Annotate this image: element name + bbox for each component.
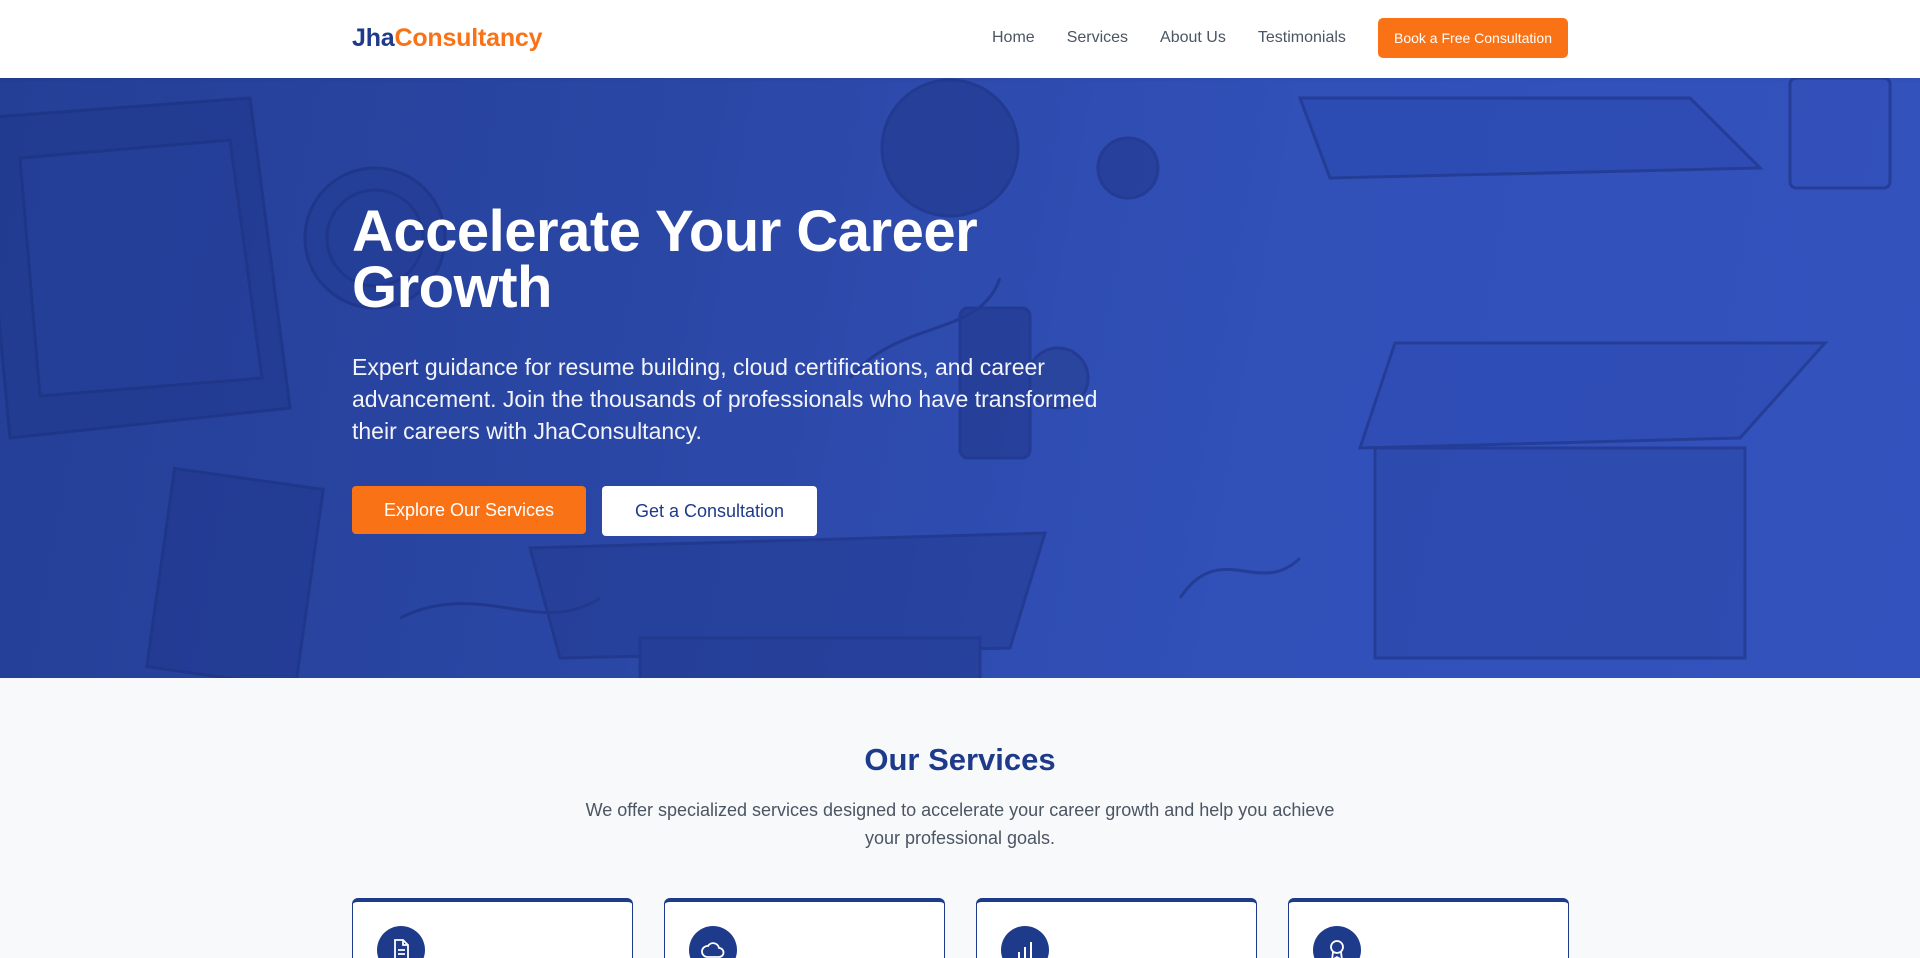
service-card-cloud[interactable] (664, 898, 945, 958)
hero-section: Accelerate Your Career Growth Expert gui… (0, 78, 1920, 678)
services-title: Our Services (864, 742, 1056, 777)
site-header: JhaConsultancy Home Services About Us Te… (0, 0, 1920, 78)
services-section: Our Services We offer specialized servic… (0, 678, 1920, 958)
logo-part-jha: Jha (352, 24, 395, 52)
service-card-certification[interactable] (1288, 898, 1569, 958)
logo-part-consultancy: Consultancy (394, 24, 543, 52)
book-consultation-button[interactable]: Book a Free Consultation (1378, 18, 1568, 58)
document-icon (377, 926, 425, 958)
explore-services-button[interactable]: Explore Our Services (352, 486, 586, 534)
main-nav: Home Services About Us Testimonials (992, 28, 1346, 48)
hero-subtitle: Expert guidance for resume building, clo… (352, 354, 1098, 444)
hero-title: Accelerate Your Career Growth (352, 199, 978, 320)
cloud-icon (689, 926, 737, 958)
get-consultation-button[interactable]: Get a Consultation (602, 486, 817, 536)
services-subtitle: We offer specialized services designed t… (585, 800, 1335, 848)
nav-services[interactable]: Services (1067, 28, 1128, 48)
service-card-resume[interactable] (352, 898, 633, 958)
logo[interactable]: JhaConsultancy (352, 24, 543, 53)
bar-chart-icon (1001, 926, 1049, 958)
nav-testimonials[interactable]: Testimonials (1258, 28, 1346, 48)
service-card-career[interactable] (976, 898, 1257, 958)
nav-home[interactable]: Home (992, 28, 1035, 48)
award-icon (1313, 926, 1361, 958)
nav-about-us[interactable]: About Us (1160, 28, 1226, 48)
